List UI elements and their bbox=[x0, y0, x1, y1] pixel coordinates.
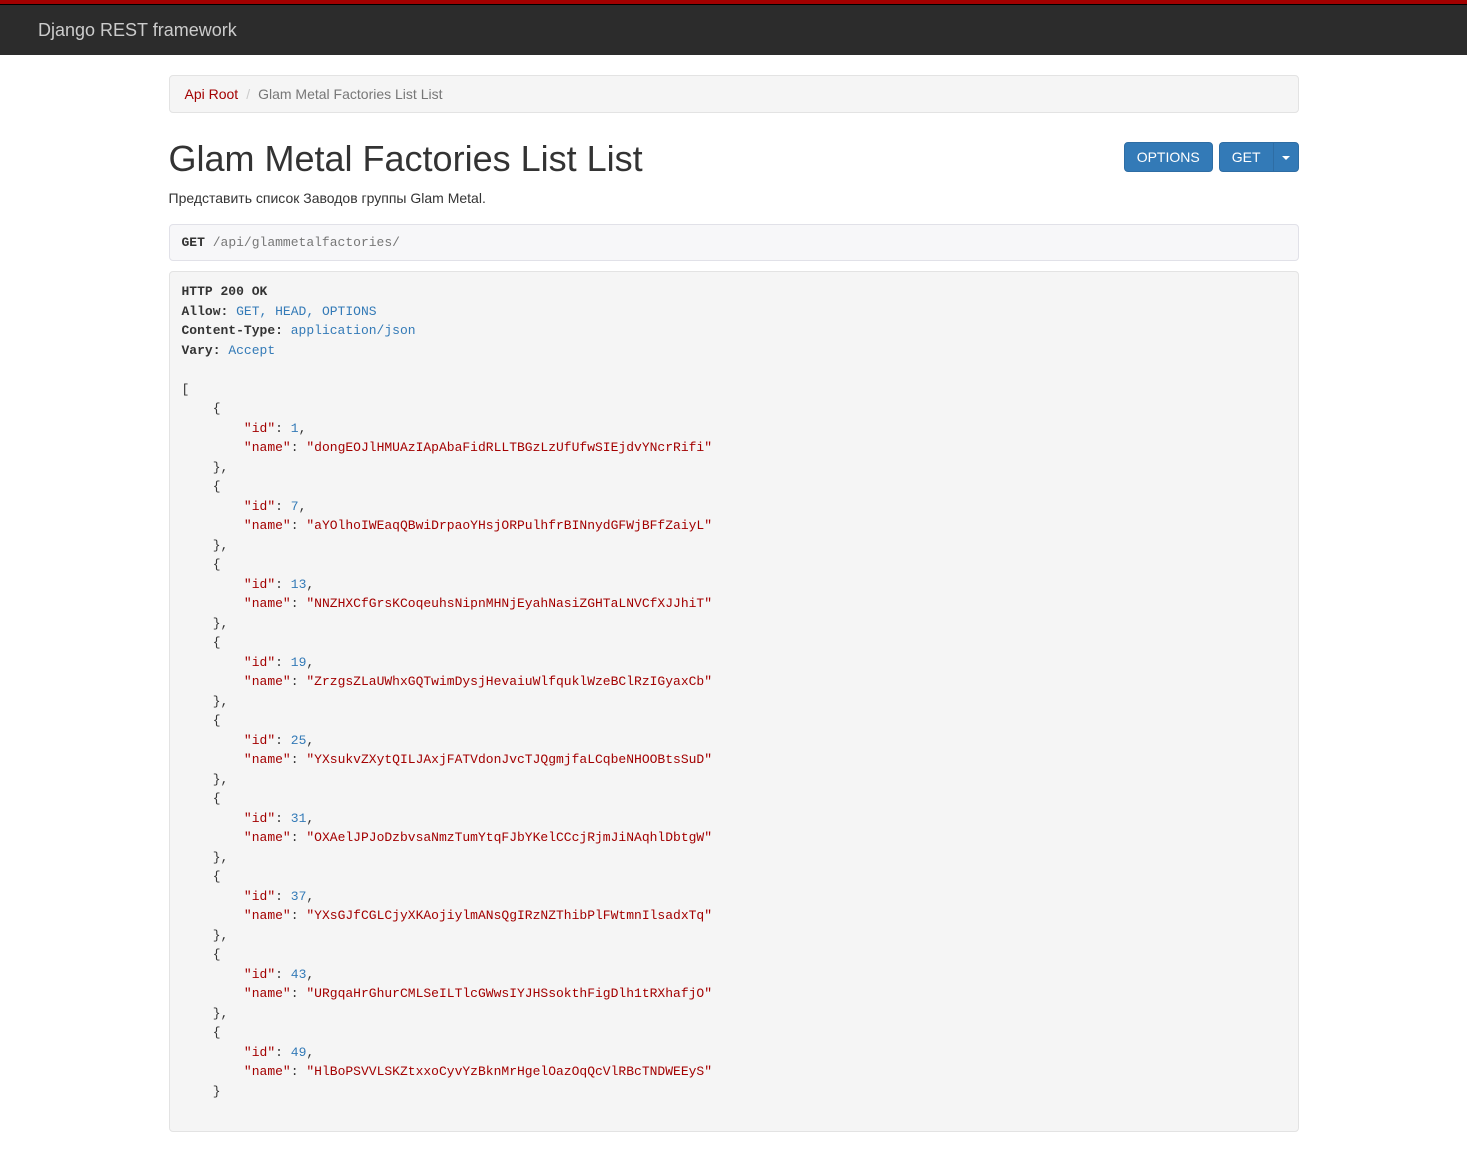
navbar: Django REST framework bbox=[0, 5, 1467, 55]
request-info: GET /api/glammetalfactories/ bbox=[169, 224, 1299, 261]
view-description: Представить список Заводов группы Glam M… bbox=[169, 190, 1299, 206]
breadcrumb-item-current: Glam Metal Factories List List bbox=[238, 86, 442, 102]
get-dropdown-toggle[interactable] bbox=[1273, 142, 1299, 172]
page-title: Glam Metal Factories List List bbox=[169, 138, 643, 180]
response-panel: HTTP 200 OK Allow: GET, HEAD, OPTIONS Co… bbox=[169, 271, 1299, 1132]
get-button-group: GET bbox=[1219, 142, 1299, 172]
breadcrumb-item-root: Api Root bbox=[185, 86, 239, 102]
get-button[interactable]: GET bbox=[1219, 142, 1273, 172]
breadcrumb-root-link[interactable]: Api Root bbox=[185, 86, 239, 102]
request-method: GET bbox=[182, 235, 205, 250]
request-path: /api/glammetalfactories/ bbox=[213, 235, 400, 250]
navbar-brand-link[interactable]: Django REST framework bbox=[38, 20, 237, 41]
caret-down-icon bbox=[1282, 156, 1290, 160]
page-header: Glam Metal Factories List List OPTIONS G… bbox=[169, 138, 1299, 180]
breadcrumb: Api Root Glam Metal Factories List List bbox=[169, 75, 1299, 113]
options-button[interactable]: OPTIONS bbox=[1124, 142, 1213, 172]
button-group: OPTIONS GET bbox=[1124, 142, 1299, 172]
